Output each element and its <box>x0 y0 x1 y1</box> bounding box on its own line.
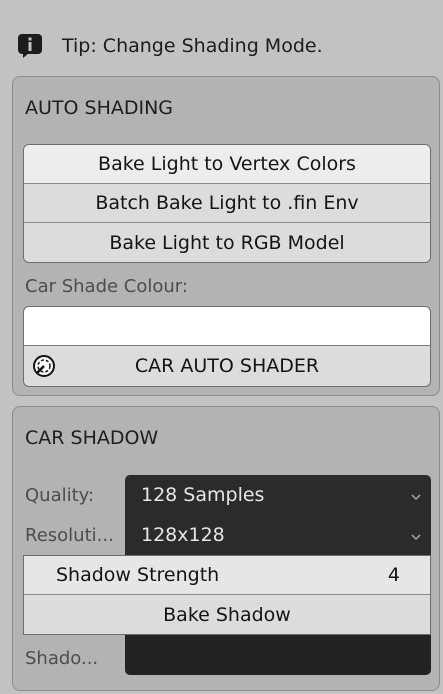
car-auto-shader-button[interactable]: CAR AUTO SHADER <box>24 346 430 386</box>
chevron-down-icon <box>409 487 423 501</box>
shado-field[interactable] <box>125 635 431 675</box>
shadow-controls-group: Shadow Strength 4 Bake Shadow <box>23 555 431 635</box>
bake-shadow-button[interactable]: Bake Shadow <box>24 595 430 634</box>
resolution-dropdown[interactable]: 128x128 <box>125 515 431 555</box>
info-icon <box>16 32 44 60</box>
quality-dropdown[interactable]: 128 Samples <box>125 475 431 515</box>
tip-text: Tip: Change Shading Mode. <box>62 35 323 57</box>
panel-title[interactable]: AUTO SHADING <box>25 97 173 119</box>
color-group: CAR AUTO SHADER <box>23 306 431 387</box>
chevron-down-icon <box>409 527 423 541</box>
bake-light-vertex-colors-button[interactable]: Bake Light to Vertex Colors <box>24 145 430 184</box>
batch-bake-light-env-button[interactable]: Batch Bake Light to .fin Env <box>24 184 430 223</box>
shado-label: Shado... <box>25 648 99 669</box>
tip-bar: Tip: Change Shading Mode. <box>16 30 323 62</box>
color-picker-icon <box>32 354 56 378</box>
resolution-label: Resoluti... <box>25 525 114 546</box>
car-auto-shader-label: CAR AUTO SHADER <box>134 355 320 377</box>
bake-button-group: Bake Light to Vertex Colors Batch Bake L… <box>23 144 431 263</box>
car-shadow-panel: CAR SHADOW Quality: 128 Samples Resoluti… <box>12 406 440 691</box>
quality-label: Quality: <box>25 485 95 506</box>
car-shade-colour-field[interactable] <box>24 307 430 346</box>
shadow-strength-value: 4 <box>387 564 400 586</box>
car-shade-colour-label: Car Shade Colour: <box>25 276 188 297</box>
shadow-strength-label: Shadow Strength <box>56 564 220 586</box>
resolution-value: 128x128 <box>141 524 225 546</box>
quality-value: 128 Samples <box>141 484 265 506</box>
panel-title[interactable]: CAR SHADOW <box>25 427 158 449</box>
auto-shading-panel: AUTO SHADING Bake Light to Vertex Colors… <box>12 76 440 396</box>
shadow-strength-slider[interactable]: Shadow Strength 4 <box>24 556 430 595</box>
bake-light-rgb-model-button[interactable]: Bake Light to RGB Model <box>24 223 430 262</box>
